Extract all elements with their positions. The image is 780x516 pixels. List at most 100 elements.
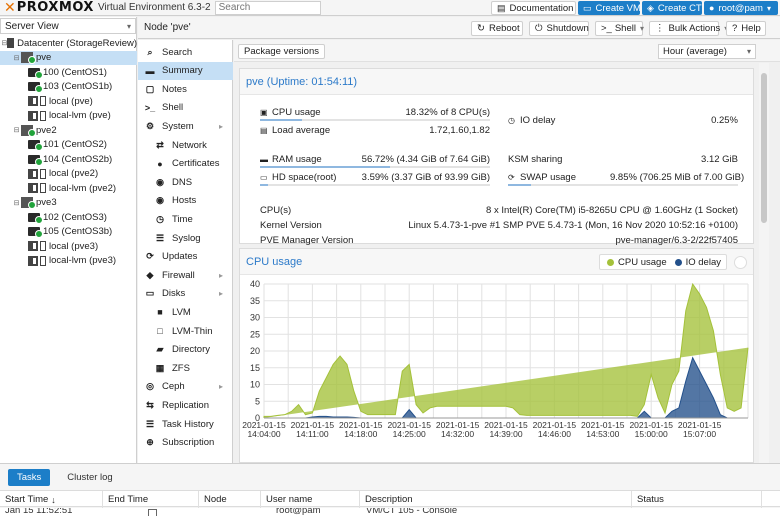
tree-item-label: local-lvm (pve3) bbox=[49, 255, 117, 266]
view-select[interactable]: Server View ▾ bbox=[0, 18, 136, 34]
menu-item-summary[interactable]: ▬ Summary bbox=[138, 61, 233, 80]
grid-icon: ▦ bbox=[155, 362, 165, 373]
tree-item-vm[interactable]: 104 (CentOS2b) bbox=[0, 152, 137, 166]
reboot-button[interactable]: ↻ Reboot bbox=[471, 21, 523, 36]
tree-item-storage[interactable]: local-lvm (pve3) bbox=[0, 254, 137, 268]
chart-undo-zoom-icon[interactable] bbox=[734, 256, 747, 269]
tree-item-vm[interactable]: 102 (CentOS3) bbox=[0, 210, 137, 224]
menu-item-shell[interactable]: >_ Shell bbox=[138, 99, 233, 117]
menu-item-firewall[interactable]: ◆ Firewall ▸ bbox=[138, 266, 233, 284]
search-input[interactable] bbox=[214, 0, 321, 15]
tree-item-storage[interactable]: local-lvm (pve2) bbox=[0, 181, 137, 195]
x-tick-label-time: 15:07:00 bbox=[683, 429, 716, 439]
proxmox-logo[interactable]: ✕ PROXMOX bbox=[0, 0, 94, 16]
package-versions-button[interactable]: Package versions bbox=[238, 44, 325, 59]
menu-item-search[interactable]: ⌕ Search bbox=[138, 43, 233, 61]
help-button[interactable]: ? Help bbox=[726, 21, 766, 36]
shell-button[interactable]: >_ Shell ▾ bbox=[595, 21, 644, 36]
table-row[interactable]: Jan 15 11:52:51 root@pam VM/CT 105 - Con… bbox=[0, 508, 780, 516]
row-user: root@pam bbox=[276, 508, 321, 516]
tree-item-storage[interactable]: local-lvm (pve) bbox=[0, 109, 137, 123]
note-icon: ▢ bbox=[145, 83, 155, 94]
create-vm-button[interactable]: ▭ Create VM bbox=[578, 1, 641, 15]
top-bar: ✕ PROXMOX Virtual Environment 6.3-2 ▤Doc… bbox=[0, 0, 780, 16]
menu-item-syslog[interactable]: ☰ Syslog bbox=[138, 229, 233, 247]
chevron-right-icon: ▸ bbox=[218, 289, 223, 299]
collapse-icon[interactable]: ⊟ bbox=[12, 126, 21, 134]
tab-tasks[interactable]: Tasks bbox=[8, 469, 51, 486]
tree-item-datacenter[interactable]: ⊟ Datacenter (StorageReview) bbox=[0, 36, 137, 50]
collapse-icon[interactable]: ⊟ bbox=[12, 54, 21, 62]
terminal-icon: >_ bbox=[144, 102, 156, 113]
col-start-time[interactable]: Start Time ↓ bbox=[0, 491, 103, 508]
tree-item-label: Datacenter (StorageReview) bbox=[17, 37, 137, 49]
timeframe-select[interactable]: Hour (average) ▾ bbox=[658, 44, 756, 59]
col-user-name[interactable]: User name bbox=[261, 491, 360, 508]
tree-item-storage[interactable]: local (pve2) bbox=[0, 167, 137, 181]
y-tick-label: 40 bbox=[250, 279, 260, 289]
menu-item-notes[interactable]: ▢ Notes bbox=[138, 80, 233, 98]
menu-item-lvm[interactable]: ■ LVM bbox=[138, 303, 233, 321]
menu-item-label: Syslog bbox=[172, 232, 201, 244]
tree-item-storage[interactable]: local (pve) bbox=[0, 94, 137, 108]
ram-usage-fill bbox=[260, 166, 391, 168]
storage-icon bbox=[28, 96, 38, 106]
tree-item-vm[interactable]: 105 (CentOS3b) bbox=[0, 225, 137, 239]
legend-cpu-usage[interactable]: CPU usage bbox=[618, 257, 667, 268]
menu-item-dns[interactable]: ◉ DNS bbox=[138, 173, 233, 191]
user-menu-button[interactable]: ● root@pam ▾ bbox=[704, 1, 778, 15]
tree-item-label: 103 (CentOS1b) bbox=[43, 81, 113, 92]
tree-item-node[interactable]: ⊟ pve3 bbox=[0, 196, 137, 210]
tree-item-label: 102 (CentOS3) bbox=[43, 211, 107, 223]
menu-item-updates[interactable]: ⟳ Updates bbox=[138, 248, 233, 266]
documentation-button[interactable]: ▤ Documentation bbox=[491, 1, 576, 15]
menu-item-zfs[interactable]: ▦ ZFS bbox=[138, 359, 233, 377]
node-title: Node 'pve' bbox=[144, 22, 191, 33]
menu-item-label: ZFS bbox=[172, 362, 190, 374]
ksm-sharing-value: 3.12 GiB bbox=[701, 154, 738, 165]
tree-item-vm[interactable]: 101 (CentOS2) bbox=[0, 138, 137, 152]
menu-item-label: Disks bbox=[162, 288, 186, 300]
menu-item-task-history[interactable]: ☰ Task History bbox=[138, 415, 233, 433]
bulk-actions-button[interactable]: ⋮Bulk Actions▾ bbox=[649, 21, 728, 36]
menu-item-hosts[interactable]: ◉ Hosts bbox=[138, 192, 233, 210]
tab-cluster-log[interactable]: Cluster log bbox=[58, 469, 121, 486]
row-description: VM/CT 105 - Console bbox=[366, 508, 458, 516]
scrollbar-thumb[interactable] bbox=[761, 73, 767, 223]
menu-item-directory[interactable]: ▰ Directory bbox=[138, 341, 233, 359]
menu-item-network[interactable]: ⇄ Network bbox=[138, 136, 233, 154]
status-title: pve (Uptime: 01:54:11) bbox=[240, 69, 753, 95]
tree-item-node[interactable]: ⊟ pve bbox=[0, 50, 137, 65]
help-icon: ? bbox=[732, 23, 738, 34]
menu-item-subscription[interactable]: ⊕ Subscription bbox=[138, 434, 233, 452]
tree-item-vm[interactable]: 100 (CentOS1) bbox=[0, 65, 137, 79]
x-tick-label-time: 14:53:00 bbox=[586, 429, 619, 439]
vm-icon bbox=[28, 82, 43, 93]
content-scrollbar[interactable] bbox=[759, 63, 769, 463]
menu-item-lvm-thin[interactable]: □ LVM-Thin bbox=[138, 322, 233, 340]
swap-usage-fill bbox=[508, 184, 531, 186]
square-outline-icon: □ bbox=[157, 326, 163, 336]
tree-item-vm[interactable]: 103 (CentOS1b) bbox=[0, 80, 137, 94]
hdd-icon: ▭ bbox=[145, 288, 155, 299]
menu-item-system[interactable]: ⚙ System ▸ bbox=[138, 117, 233, 135]
shutdown-button[interactable]: ⏻ Shutdown bbox=[529, 21, 589, 36]
menu-item-time[interactable]: ◷ Time bbox=[138, 210, 233, 228]
collapse-icon[interactable]: ⊟ bbox=[12, 199, 21, 207]
tree-item-storage[interactable]: local (pve3) bbox=[0, 239, 137, 253]
col-end-time[interactable]: End Time bbox=[103, 491, 199, 508]
menu-item-disks[interactable]: ▭ Disks ▸ bbox=[138, 285, 233, 303]
cpu-usage-bar bbox=[260, 119, 490, 121]
menu-item-replication[interactable]: ⇆ Replication bbox=[138, 396, 233, 414]
menu-item-certificates[interactable]: ● Certificates bbox=[138, 155, 233, 173]
col-description[interactable]: Description bbox=[360, 491, 632, 508]
io-delay-label: ◷ IO delay bbox=[508, 115, 556, 126]
create-ct-button[interactable]: ◈ Create CT bbox=[642, 1, 702, 15]
tree-item-node[interactable]: ⊟ pve2 bbox=[0, 123, 137, 137]
col-node[interactable]: Node bbox=[199, 491, 261, 508]
disk-icon bbox=[40, 255, 46, 266]
menu-item-ceph[interactable]: ◎ Ceph ▸ bbox=[138, 378, 233, 396]
legend-io-delay[interactable]: IO delay bbox=[686, 257, 721, 268]
datacenter-icon bbox=[7, 38, 15, 48]
col-status[interactable]: Status bbox=[632, 491, 762, 508]
